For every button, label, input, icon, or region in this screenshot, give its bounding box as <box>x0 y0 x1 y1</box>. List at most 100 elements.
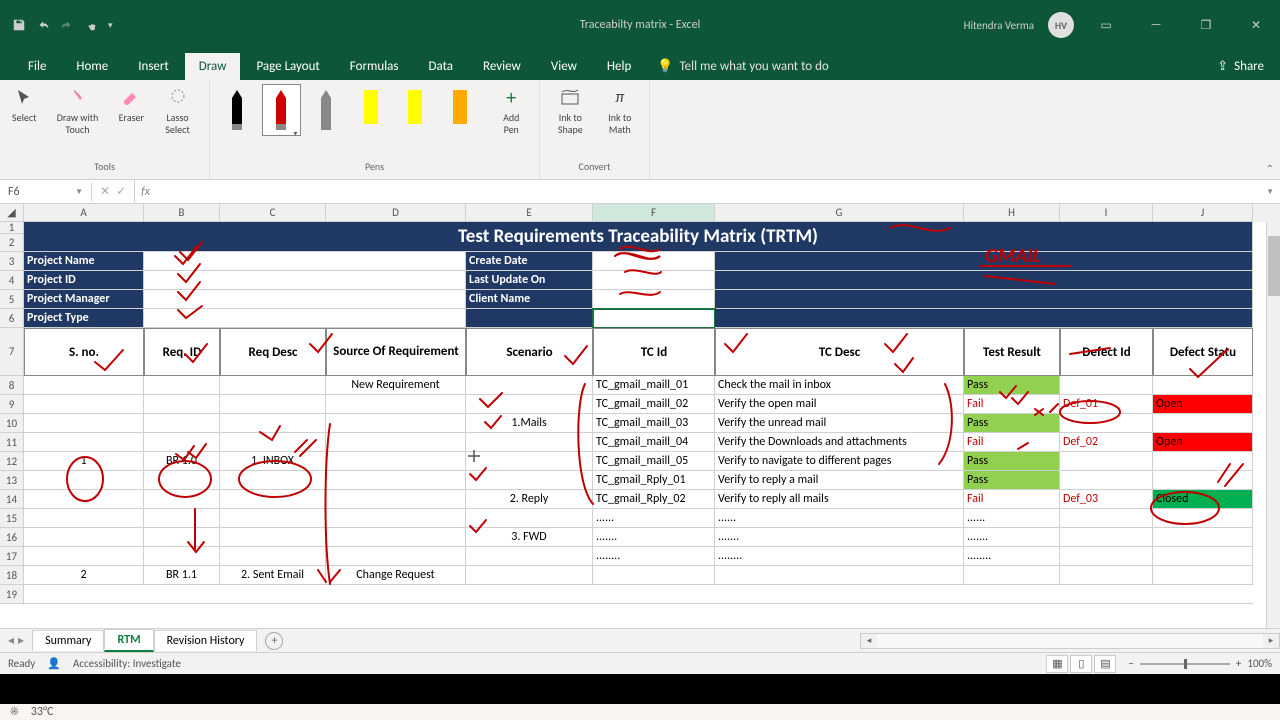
cell-e18[interactable] <box>466 566 593 585</box>
cell-b4[interactable] <box>144 271 466 290</box>
hdr-reqid[interactable]: Req. ID <box>144 328 220 376</box>
cell-h9[interactable]: Fail <box>964 395 1060 414</box>
cell-b3[interactable] <box>144 252 466 271</box>
cell-c12[interactable]: 1. INBOX <box>220 452 326 471</box>
cell-c10[interactable] <box>220 414 326 433</box>
cell-d14[interactable] <box>326 490 466 509</box>
scroll-thumb[interactable] <box>1268 236 1280 296</box>
col-c[interactable]: C <box>220 204 326 222</box>
cell-d13[interactable] <box>326 471 466 490</box>
cell-d9[interactable] <box>326 395 466 414</box>
cell-j13[interactable] <box>1153 471 1253 490</box>
fx-icon[interactable]: fx <box>135 185 156 199</box>
scroll-right-icon[interactable]: ▸ <box>1263 634 1279 648</box>
row-10[interactable]: 10 <box>0 414 24 433</box>
cell-f15[interactable]: ...... <box>593 509 715 528</box>
cell-c15[interactable] <box>220 509 326 528</box>
cell-e9[interactable] <box>466 395 593 414</box>
customize-dropdown-icon[interactable]: ▾ <box>108 20 113 31</box>
cell-e14[interactable]: 2. Reply <box>466 490 593 509</box>
cell-a6[interactable]: Project Type <box>24 309 144 328</box>
cell-j17[interactable] <box>1153 547 1253 566</box>
cell-b8[interactable] <box>144 376 220 395</box>
cell-d18[interactable]: Change Request <box>326 566 466 585</box>
cell-c11[interactable] <box>220 433 326 452</box>
cell-a13[interactable] <box>24 471 144 490</box>
title-cell[interactable]: Test Requirements Traceability Matrix (T… <box>24 222 1253 252</box>
cell-g3[interactable] <box>715 252 1253 271</box>
cell-g8[interactable]: Check the mail in inbox <box>715 376 964 395</box>
row-15[interactable]: 15 <box>0 509 24 528</box>
cell-j15[interactable] <box>1153 509 1253 528</box>
cell-g6[interactable] <box>715 309 1253 328</box>
cell-i8[interactable] <box>1060 376 1153 395</box>
tab-view[interactable]: View <box>537 53 591 80</box>
accessibility-icon[interactable]: 👤 <box>47 657 61 670</box>
cell-h8[interactable]: Pass <box>964 376 1060 395</box>
touch-icon[interactable] <box>84 18 98 32</box>
cell-b5[interactable] <box>144 290 466 309</box>
cell-f4[interactable] <box>593 271 715 290</box>
row-17[interactable]: 17 <box>0 547 24 566</box>
collapse-ribbon-icon[interactable]: ⌃ <box>1266 162 1274 175</box>
hdr-defid[interactable]: Defect Id <box>1060 328 1153 376</box>
row-7[interactable]: 7 <box>0 328 24 376</box>
normal-view-icon[interactable]: ▦ <box>1046 655 1068 673</box>
horizontal-scrollbar[interactable]: ◂ ▸ <box>860 633 1280 649</box>
cell-g4[interactable] <box>715 271 1253 290</box>
hdr-reqdesc[interactable]: Req Desc <box>220 328 326 376</box>
cell-i13[interactable] <box>1060 471 1153 490</box>
row-9[interactable]: 9 <box>0 395 24 414</box>
cell-e5[interactable]: Client Name <box>466 290 593 309</box>
cell-j8[interactable] <box>1153 376 1253 395</box>
cell-g5[interactable] <box>715 290 1253 309</box>
cell-c17[interactable] <box>220 547 326 566</box>
cell-d10[interactable] <box>326 414 466 433</box>
cell-b10[interactable] <box>144 414 220 433</box>
cell-a16[interactable] <box>24 528 144 547</box>
cell-a14[interactable] <box>24 490 144 509</box>
accessibility-status[interactable]: Accessibility: Investigate <box>73 657 181 670</box>
zoom-level[interactable]: 100% <box>1247 657 1272 670</box>
cell-e17[interactable] <box>466 547 593 566</box>
cell-i10[interactable] <box>1060 414 1153 433</box>
cell-a17[interactable] <box>24 547 144 566</box>
hdr-tcdesc[interactable]: TC Desc <box>715 328 964 376</box>
tab-review[interactable]: Review <box>469 53 535 80</box>
sheet-tab-rtm[interactable]: RTM <box>104 629 153 652</box>
cell-c13[interactable] <box>220 471 326 490</box>
accept-formula-icon[interactable]: ✓ <box>116 184 126 199</box>
cell-h17[interactable]: ........ <box>964 547 1060 566</box>
cell-f9[interactable]: TC_gmail_maill_02 <box>593 395 715 414</box>
cell-j14[interactable]: Closed <box>1153 490 1253 509</box>
cell-g16[interactable]: ....... <box>715 528 964 547</box>
name-box[interactable]: F6▼ <box>0 183 92 201</box>
scroll-left-icon[interactable]: ◂ <box>861 634 877 648</box>
cell-e10[interactable]: 1.Mails <box>466 414 593 433</box>
cell-b17[interactable] <box>144 547 220 566</box>
cell-i12[interactable] <box>1060 452 1153 471</box>
cell-i11[interactable]: Def_02 <box>1060 433 1153 452</box>
cell-e3[interactable]: Create Date <box>466 252 593 271</box>
cell-i16[interactable] <box>1060 528 1153 547</box>
sheet-nav-prev-icon[interactable]: ◂ <box>8 633 14 648</box>
tab-insert[interactable]: Insert <box>124 53 183 80</box>
maximize-icon[interactable]: ❐ <box>1188 10 1224 40</box>
cell-e11[interactable] <box>466 433 593 452</box>
cell-a8[interactable] <box>24 376 144 395</box>
ribbon-options-icon[interactable]: ▭ <box>1088 10 1124 40</box>
sheet-tab-revision[interactable]: Revision History <box>154 630 258 651</box>
row-8[interactable]: 8 <box>0 376 24 395</box>
hdr-tcid[interactable]: TC Id <box>593 328 715 376</box>
tab-formulas[interactable]: Formulas <box>336 53 413 80</box>
col-f[interactable]: F <box>593 204 715 222</box>
scroll-track[interactable] <box>877 634 1263 648</box>
hdr-result[interactable]: Test Result <box>964 328 1060 376</box>
cell-h12[interactable]: Pass <box>964 452 1060 471</box>
col-b[interactable]: B <box>144 204 220 222</box>
cell-a9[interactable] <box>24 395 144 414</box>
pen-black[interactable] <box>218 84 257 136</box>
hdr-sno[interactable]: S. no. <box>24 328 144 376</box>
cell-c16[interactable] <box>220 528 326 547</box>
cell-a11[interactable] <box>24 433 144 452</box>
